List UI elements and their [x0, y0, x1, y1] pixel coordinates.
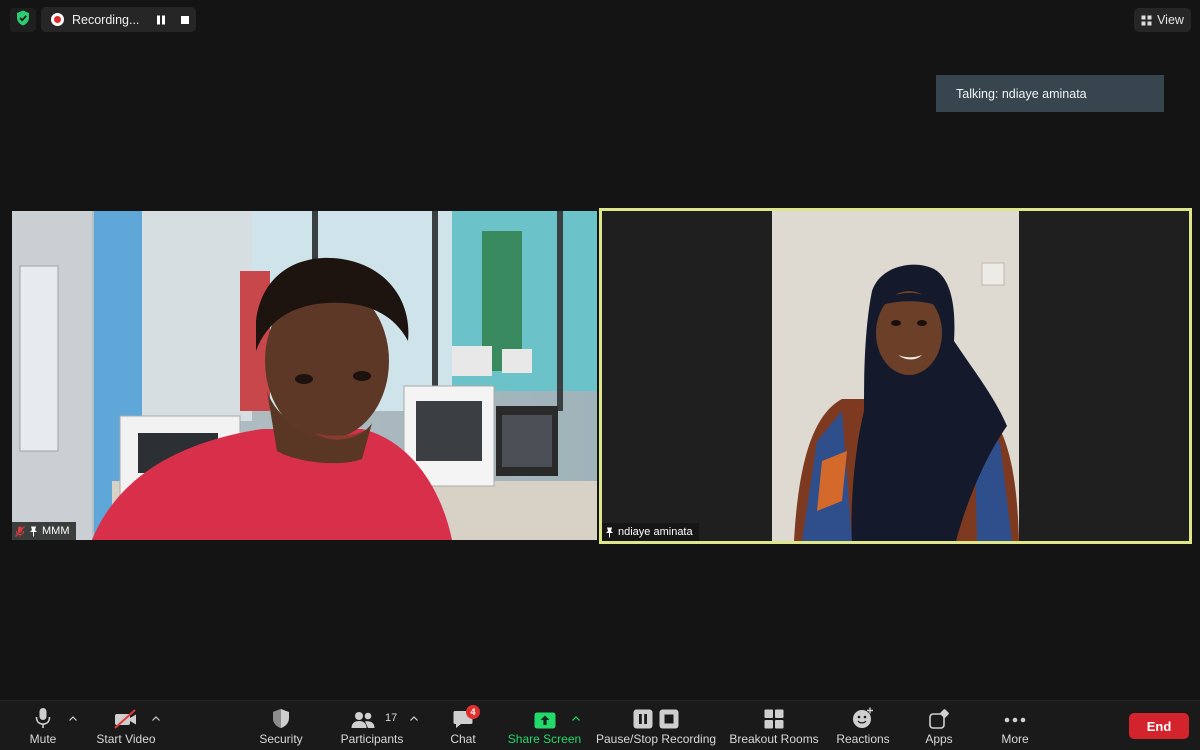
chevron-up-icon — [572, 715, 580, 721]
recording-indicator: Recording... — [41, 7, 196, 32]
talking-text: Talking: ndiaye aminata — [956, 86, 1087, 101]
breakout-rooms-icon — [764, 709, 784, 729]
audio-options-caret[interactable] — [68, 713, 78, 723]
more-dots-icon — [1004, 717, 1026, 723]
reactions-label: Reactions — [836, 732, 890, 746]
video-off-icon — [114, 709, 136, 729]
apps-icon — [929, 709, 949, 729]
breakout-rooms-button[interactable]: Breakout Rooms — [729, 701, 819, 750]
participants-button[interactable]: 17 Participants — [338, 701, 406, 750]
reactions-button[interactable]: Reactions — [834, 701, 892, 750]
pause-stop-recording-label: Pause/Stop Recording — [595, 732, 717, 746]
more-label: More — [1001, 732, 1029, 746]
mute-label: Mute — [29, 732, 57, 746]
security-button[interactable]: Security — [256, 701, 306, 750]
video-tile-mmm[interactable]: MMM — [12, 211, 597, 540]
end-meeting-button[interactable]: End — [1129, 713, 1189, 739]
participants-count: 17 — [385, 712, 398, 724]
chevron-up-icon — [69, 715, 77, 721]
security-label: Security — [259, 732, 303, 746]
shield-icon — [273, 709, 289, 728]
chat-unread-badge: 4 — [466, 705, 480, 719]
pin-icon — [606, 527, 613, 537]
smiley-plus-icon — [853, 707, 873, 728]
stop-icon — [659, 709, 679, 729]
microphone-icon — [35, 708, 51, 728]
meeting-controls-bar: Mute Start Video Security 17 Participant… — [0, 700, 1200, 750]
chevron-up-icon — [410, 715, 418, 721]
view-button[interactable]: View — [1134, 8, 1191, 32]
share-options-caret[interactable] — [571, 713, 581, 723]
talking-indicator: Talking: ndiaye aminata — [936, 75, 1164, 112]
shield-check-icon — [16, 10, 30, 31]
participants-options-caret[interactable] — [409, 713, 419, 723]
video-options-caret[interactable] — [151, 713, 161, 723]
grid-view-icon — [1141, 15, 1152, 25]
participants-icon — [351, 712, 375, 728]
more-button[interactable]: More — [996, 701, 1034, 750]
muted-microphone-icon — [15, 525, 25, 537]
recording-dot-icon — [51, 13, 64, 26]
chat-label: Chat — [450, 732, 476, 746]
apps-button[interactable]: Apps — [920, 701, 958, 750]
stop-icon — [181, 15, 189, 24]
stop-recording-button[interactable] — [174, 11, 196, 29]
start-video-button[interactable]: Start Video — [92, 701, 160, 750]
share-screen-label: Share Screen — [507, 732, 582, 746]
participants-label: Participants — [340, 732, 404, 746]
pause-icon — [633, 709, 653, 729]
chevron-up-icon — [152, 715, 160, 721]
participant-name-tag: MMM — [12, 522, 76, 540]
participant-name: ndiaye aminata — [618, 526, 693, 538]
video-tile-ndiaye-aminata[interactable]: ndiaye aminata — [599, 208, 1192, 544]
view-label: View — [1157, 13, 1184, 27]
apps-label: Apps — [925, 732, 953, 746]
meeting-window: Recording... View Talking: ndiaye aminat… — [0, 0, 1200, 750]
mute-button[interactable]: Mute — [22, 701, 64, 750]
pause-recording-button[interactable] — [150, 11, 172, 29]
participant-name: MMM — [42, 525, 70, 537]
chat-button[interactable]: 4 Chat — [447, 701, 480, 750]
participant-video-mmm — [12, 211, 597, 540]
recording-label: Recording... — [72, 12, 140, 27]
share-screen-button[interactable]: Share Screen — [507, 701, 582, 750]
encryption-shield-button[interactable] — [10, 8, 36, 32]
share-screen-arrow-icon — [534, 712, 555, 729]
participant-name-tag: ndiaye aminata — [602, 523, 699, 541]
start-video-label: Start Video — [96, 732, 156, 746]
participant-video-ndiaye-aminata — [602, 211, 1189, 541]
pin-icon — [30, 526, 37, 536]
pause-stop-recording-button[interactable]: Pause/Stop Recording — [596, 701, 716, 750]
pause-icon — [157, 15, 165, 24]
breakout-rooms-label: Breakout Rooms — [729, 732, 819, 746]
